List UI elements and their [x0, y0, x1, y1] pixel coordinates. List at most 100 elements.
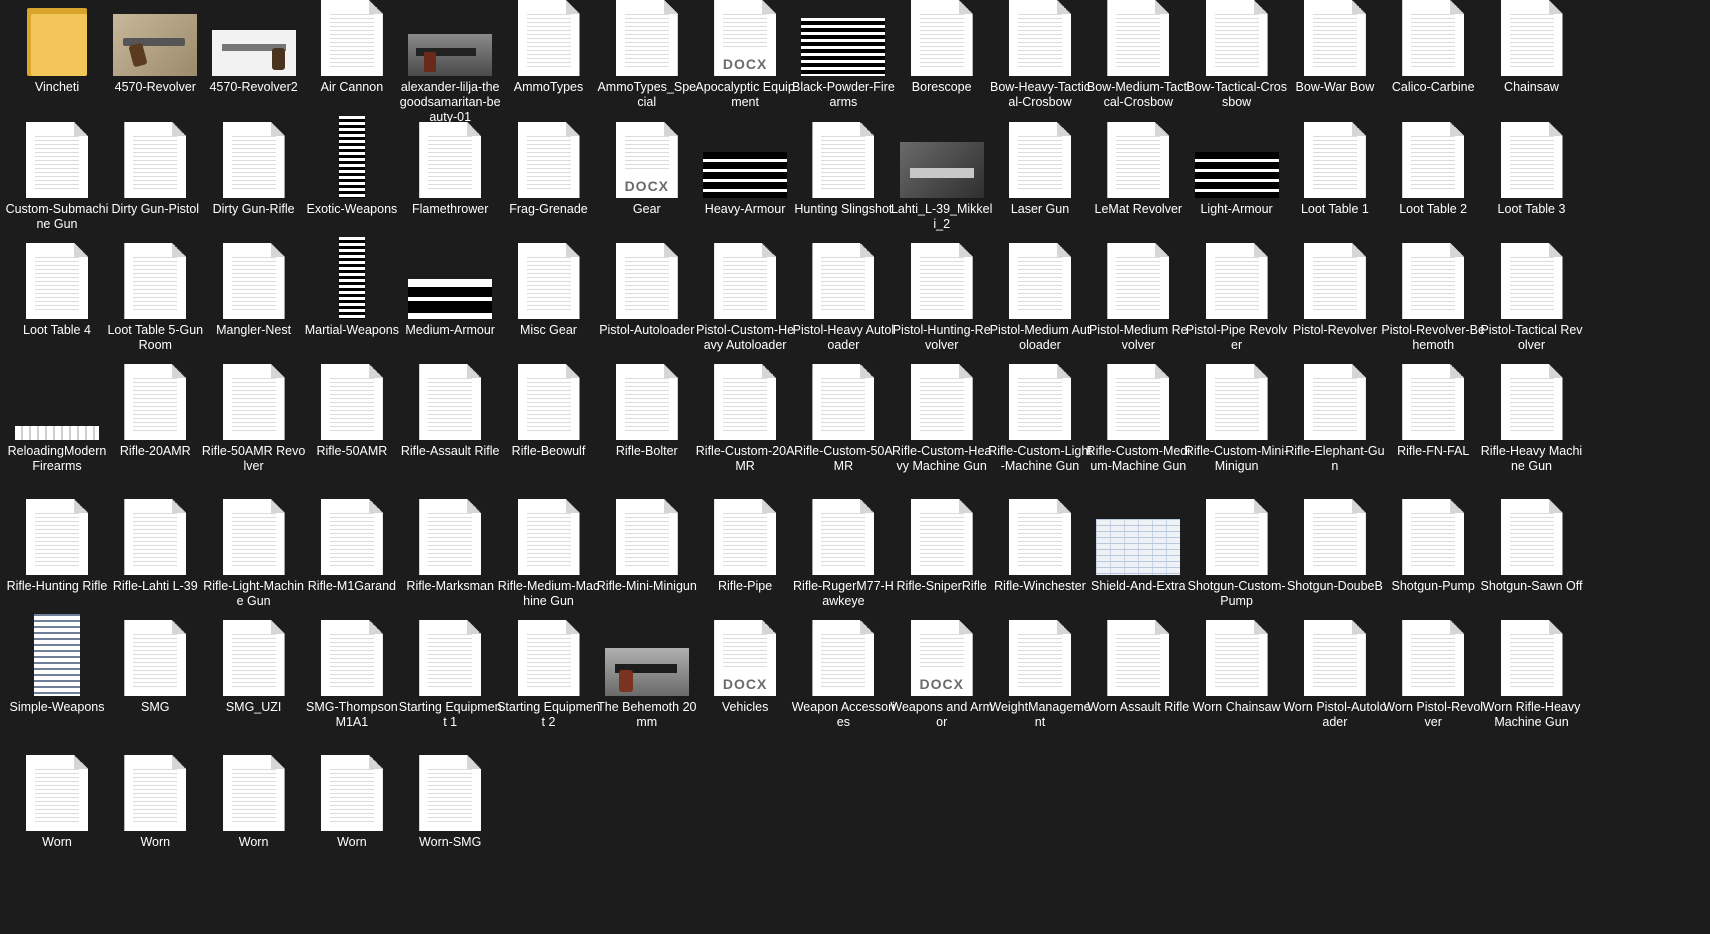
file-item[interactable]: Custom-Submachine Gun — [4, 122, 110, 232]
file-item[interactable]: Mangler-Nest — [201, 243, 307, 338]
file-item[interactable]: Rifle-Custom-Light-Machine Gun — [987, 364, 1093, 474]
file-item[interactable]: AmmoTypes_Special — [594, 0, 700, 110]
file-item[interactable]: Dirty Gun-Rifle — [201, 122, 307, 217]
file-item[interactable]: Hunting Slingshot — [790, 122, 896, 217]
file-item[interactable]: Rifle-FN-FAL — [1380, 364, 1486, 459]
file-item[interactable]: Rifle-Marksman — [397, 499, 503, 594]
file-item[interactable]: Rifle-RugerM77-Hawkeye — [790, 499, 896, 609]
file-item[interactable]: Worn — [201, 755, 307, 850]
file-item[interactable]: Laser Gun — [987, 122, 1093, 217]
file-item[interactable]: Borescope — [889, 0, 995, 95]
file-item[interactable]: Starting Equipment 1 — [397, 620, 503, 730]
file-item[interactable]: Rifle-Beowulf — [496, 364, 602, 459]
file-item[interactable]: The Behemoth 20mm — [594, 620, 700, 730]
file-item[interactable]: Pistol-Custom-Heavy Autoloader — [692, 243, 798, 353]
file-item[interactable]: 4570-Revolver2 — [201, 0, 307, 95]
file-item[interactable]: Worn — [4, 755, 110, 850]
file-item[interactable]: Bow-Heavy-Tactical-Crosbow — [987, 0, 1093, 110]
file-item[interactable]: Rifle-Lahti L-39 — [102, 499, 208, 594]
file-item[interactable]: Light-Armour — [1184, 122, 1290, 217]
file-item[interactable]: Loot Table 5-Gun Room — [102, 243, 208, 353]
file-item[interactable]: Worn Pistol-Autoloader — [1282, 620, 1388, 730]
file-item[interactable]: Rifle-Elephant-Gun — [1282, 364, 1388, 474]
file-item[interactable]: Pistol-Hunting-Revolver — [889, 243, 995, 353]
file-item[interactable]: alexander-lilja-thegoodsamaritan-beauty-… — [397, 0, 503, 125]
file-item[interactable]: Starting Equipment 2 — [496, 620, 602, 730]
file-item[interactable]: ReloadingModernFirearms — [4, 364, 110, 474]
file-item[interactable]: Exotic-Weapons — [299, 116, 405, 217]
file-item[interactable]: SMG-Thompson M1A1 — [299, 620, 405, 730]
file-item[interactable]: Worn-SMG — [397, 755, 503, 850]
file-item[interactable]: Shotgun-Sawn Off — [1479, 499, 1585, 594]
file-item[interactable]: Shotgun-Pump — [1380, 499, 1486, 594]
file-item[interactable]: Pistol-Heavy Autoloader — [790, 243, 896, 353]
file-item[interactable]: Pistol-Medium Revolver — [1085, 243, 1191, 353]
file-item[interactable]: Rifle-50AMR Revolver — [201, 364, 307, 474]
file-item[interactable]: Rifle-Pipe — [692, 499, 798, 594]
file-item[interactable]: Rifle-SniperRifle — [889, 499, 995, 594]
file-item[interactable]: DOCX Vehicles — [692, 620, 798, 715]
file-item[interactable]: Dirty Gun-Pistol — [102, 122, 208, 217]
file-item[interactable]: Rifle-Custom-Mini-Minigun — [1184, 364, 1290, 474]
file-item[interactable]: DOCX Gear — [594, 122, 700, 217]
file-item[interactable]: Loot Table 2 — [1380, 122, 1486, 217]
file-item[interactable]: Rifle-Mini-Minigun — [594, 499, 700, 594]
file-item[interactable]: Pistol-Pipe Revolver — [1184, 243, 1290, 353]
file-item[interactable]: Shotgun-DoubeB — [1282, 499, 1388, 594]
file-item[interactable]: LeMat Revolver — [1085, 122, 1191, 217]
file-item[interactable]: Rifle-Bolter — [594, 364, 700, 459]
file-item[interactable]: Black-Powder-Firearms — [790, 0, 896, 110]
file-item[interactable]: Lahti_L-39_Mikkeli_2 — [889, 122, 995, 232]
file-item[interactable]: 4570-Revolver — [102, 0, 208, 95]
file-item[interactable]: Worn Rifle-Heavy Machine Gun — [1479, 620, 1585, 730]
file-item[interactable]: Pistol-Medium Autoloader — [987, 243, 1093, 353]
file-item[interactable]: Worn — [299, 755, 405, 850]
file-item[interactable]: Rifle-Custom-Medium-Machine Gun — [1085, 364, 1191, 474]
file-item[interactable]: Vincheti — [4, 0, 110, 95]
file-item[interactable]: Loot Table 3 — [1479, 122, 1585, 217]
file-item[interactable]: SMG — [102, 620, 208, 715]
file-item[interactable]: Chainsaw — [1479, 0, 1585, 95]
file-item[interactable]: Heavy-Armour — [692, 122, 798, 217]
file-item[interactable]: Loot Table 4 — [4, 243, 110, 338]
file-item[interactable]: Simple-Weapons — [4, 614, 110, 715]
file-item[interactable]: DOCX Apocalyptic Equipment — [692, 0, 798, 110]
file-item[interactable]: SMG_UZI — [201, 620, 307, 715]
file-item[interactable]: Frag-Grenade — [496, 122, 602, 217]
file-item[interactable]: Loot Table 1 — [1282, 122, 1388, 217]
file-item[interactable]: WeightManagement — [987, 620, 1093, 730]
file-item[interactable]: Bow-Medium-Tactical-Crosbow — [1085, 0, 1191, 110]
file-item[interactable]: Bow-War Bow — [1282, 0, 1388, 95]
file-item[interactable]: Bow-Tactical-Crossbow — [1184, 0, 1290, 110]
file-item[interactable]: Shield-And-Extra — [1085, 499, 1191, 594]
file-item[interactable]: Rifle-Custom-50AMR — [790, 364, 896, 474]
file-item[interactable]: Air Cannon — [299, 0, 405, 95]
file-item[interactable]: Rifle-Custom-Heavy Machine Gun — [889, 364, 995, 474]
file-item[interactable]: Rifle-Winchester — [987, 499, 1093, 594]
file-item[interactable]: Rifle-Heavy Machine Gun — [1479, 364, 1585, 474]
file-item[interactable]: Rifle-Hunting Rifle — [4, 499, 110, 594]
file-item[interactable]: Pistol-Autoloader — [594, 243, 700, 338]
file-item[interactable]: Worn Chainsaw — [1184, 620, 1290, 715]
file-item[interactable]: Pistol-Tactical Revolver — [1479, 243, 1585, 353]
file-item[interactable]: Misc Gear — [496, 243, 602, 338]
file-item[interactable]: Worn Assault Rifle — [1085, 620, 1191, 715]
file-item[interactable]: Weapon Accessories — [790, 620, 896, 730]
file-item[interactable]: Medium-Armour — [397, 243, 503, 338]
file-item[interactable]: Rifle-M1Garand — [299, 499, 405, 594]
file-item[interactable]: Rifle-Custom-20AMR — [692, 364, 798, 474]
file-item[interactable]: Rifle-50AMR — [299, 364, 405, 459]
file-item[interactable]: DOCX Weapons and Armor — [889, 620, 995, 730]
file-item[interactable]: Rifle-Medium-Machine Gun — [496, 499, 602, 609]
file-item[interactable]: Pistol-Revolver — [1282, 243, 1388, 338]
file-item[interactable]: Rifle-Assault Rifle — [397, 364, 503, 459]
file-item[interactable]: AmmoTypes — [496, 0, 602, 95]
file-item[interactable]: Shotgun-Custom-Pump — [1184, 499, 1290, 609]
file-item[interactable]: Martial-Weapons — [299, 237, 405, 338]
file-item[interactable]: Flamethrower — [397, 122, 503, 217]
file-item[interactable]: Worn — [102, 755, 208, 850]
file-item[interactable]: Rifle-20AMR — [102, 364, 208, 459]
file-item[interactable]: Rifle-Light-Machine Gun — [201, 499, 307, 609]
file-item[interactable]: Pistol-Revolver-Behemoth — [1380, 243, 1486, 353]
file-item[interactable]: Worn Pistol-Revolver — [1380, 620, 1486, 730]
